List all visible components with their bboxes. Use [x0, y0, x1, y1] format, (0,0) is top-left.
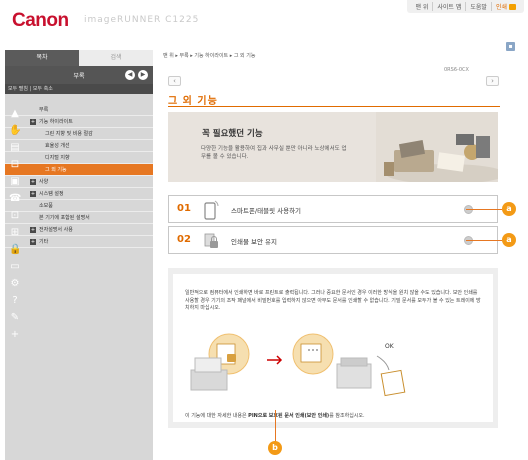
sidebar-section-title: 부록	[73, 72, 85, 80]
copy-icon[interactable]: ▣	[9, 176, 21, 188]
toc-tree: 부록 + 기능 하이라이트 그린 지향 및 비용 절감 효율성 개선 디지털 지향 그 외 …	[5, 104, 153, 248]
chevron-right-icon[interactable]: ▶	[138, 70, 148, 80]
toc-item-label: 효율성 개선	[45, 143, 70, 149]
secure-print-illustration: OK	[190, 333, 406, 397]
doc-icon[interactable]: ▤	[9, 142, 21, 154]
tab-contents[interactable]: 목차	[5, 50, 79, 66]
callout-b: b	[268, 441, 282, 455]
header: Canon imageRUNNER C1225 맨 위 사이트 맵 도움말 인쇄	[0, 0, 528, 42]
toc-item[interactable]: 그린 지향 및 비용 절감	[5, 128, 153, 140]
callout-a: a	[502, 202, 516, 216]
expand-plus-icon[interactable]: +	[30, 179, 36, 185]
plus-icon[interactable]: +	[9, 329, 21, 341]
banner-title: 꼭 필요했던 기능	[202, 129, 263, 139]
wrench-icon[interactable]: ✎	[9, 312, 21, 324]
help-icon[interactable]: ?	[9, 295, 21, 307]
product-name: imageRUNNER C1225	[84, 15, 200, 25]
document-id: 0RS6-0CX	[444, 67, 469, 73]
toc-item-label: 기타	[39, 239, 49, 245]
toc-item-label: 사양	[39, 179, 49, 185]
callout-a: a	[502, 233, 516, 247]
toc-item[interactable]: + 시스템 설정	[5, 188, 153, 200]
toc-item-label: 그린 지향 및 비용 절감	[45, 131, 93, 137]
expand-plus-icon[interactable]: +	[30, 191, 36, 197]
warning-icon[interactable]: ▲	[9, 108, 21, 120]
monitor-icon[interactable]: ▭	[9, 261, 21, 273]
smartphone-icon	[204, 200, 219, 220]
page-title: 그 외 기능	[168, 96, 218, 107]
sidebar: 목차 검색 부록 ◀ ▶ 모두 펼침 | 모두 축소 부록 + 기능 하이라이트 그린…	[5, 50, 153, 460]
top-nav: 맨 위 사이트 맵 도움말 인쇄	[407, 0, 524, 13]
toc-item[interactable]: + 전자설명서 사용	[5, 224, 153, 236]
callout-leader-line	[275, 410, 276, 442]
detail-panel: 일반적으로 컴퓨터에서 인쇄하면 바로 프린트로 출력됩니다. 그러나 중요한 …	[168, 268, 498, 428]
toc-item-label: 소모품	[39, 203, 53, 209]
print-label: 인쇄	[495, 4, 507, 11]
breadcrumb[interactable]: 맨 위 ▸ 부록 ▸ 기능 하이라이트 ▸ 그 외 기능	[163, 52, 255, 59]
item-label: 스마트폰/태블릿 사용하기	[231, 207, 302, 215]
ok-label: OK	[385, 343, 395, 350]
tab-search[interactable]: 검색	[79, 50, 153, 66]
lock-document-icon	[204, 233, 218, 248]
prev-page-button[interactable]: ‹	[168, 76, 181, 86]
toc-item[interactable]: 디지털 지향	[5, 152, 153, 164]
toc-item[interactable]: + 사양	[5, 176, 153, 188]
item-number: 02	[177, 234, 191, 245]
title-divider	[168, 106, 500, 107]
toc-item-label: 시스템 설정	[39, 191, 64, 197]
toc-item-label: 전자설명서 사용	[39, 227, 73, 233]
toc-item-label: 본 기기에 포함된 설명서	[39, 215, 90, 221]
next-page-button[interactable]: ›	[486, 76, 499, 86]
printer-icon[interactable]: ⊟	[9, 159, 21, 171]
hand-icon[interactable]: ✋	[9, 125, 21, 137]
detail-card: 일반적으로 컴퓨터에서 인쇄하면 바로 프린트로 출력됩니다. 그러나 중요한 …	[173, 274, 493, 422]
top-link-sitemap[interactable]: 사이트 맵	[432, 2, 465, 11]
toc-item-label: 기능 하이라이트	[39, 119, 73, 125]
toc-item[interactable]: 부록	[5, 104, 153, 116]
feature-item-smartphone[interactable]: 01 스마트폰/태블릿 사용하기	[168, 195, 498, 223]
top-link-home[interactable]: 맨 위	[411, 2, 432, 11]
footer-link[interactable]: PIN으로 보호된 문서 인쇄(보안 인쇄)	[248, 413, 329, 419]
top-link-print[interactable]: 인쇄	[490, 2, 520, 11]
sidebar-tabs: 목차 검색	[5, 50, 153, 66]
office-illustration	[376, 112, 498, 182]
sidebar-section-header: 부록 ◀ ▶	[5, 66, 153, 84]
toc-item-label: 그 외 기능	[45, 167, 67, 173]
scan-icon[interactable]: ⊡	[9, 210, 21, 222]
expand-plus-icon[interactable]: +	[30, 119, 36, 125]
toc-item[interactable]: 그 외 기능	[5, 164, 153, 176]
feature-item-secure-print[interactable]: 02 인쇄물 보안 유지	[168, 226, 498, 254]
canon-logo[interactable]: Canon	[12, 10, 69, 32]
gear-icon[interactable]: ⚙	[9, 278, 21, 290]
toc-item-label: 디지털 지향	[45, 155, 70, 161]
callout-leader-line	[466, 209, 502, 210]
item-label: 인쇄물 보안 유지	[231, 238, 277, 246]
footer-suffix: 를 참조하십시오.	[329, 413, 365, 419]
toc-item[interactable]: 소모품	[5, 200, 153, 212]
banner-description: 다양한 기능을 활용하여 집과 사무실 뿐만 아니라 노상에서도 업무를 볼 수…	[201, 146, 347, 160]
fax-icon[interactable]: ☎	[9, 193, 21, 205]
chevron-left-icon[interactable]: ◀	[125, 70, 135, 80]
expand-plus-icon[interactable]: +	[30, 227, 36, 233]
feature-banner: 꼭 필요했던 기능 다양한 기능을 활용하여 집과 사무실 뿐만 아니라 노상에…	[168, 112, 498, 182]
footer-prefix: 이 기능에 대한 자세한 내용은	[185, 413, 249, 419]
toc-item[interactable]: + 기능 하이라이트	[5, 116, 153, 128]
callout-leader-line	[466, 240, 502, 241]
expand-plus-icon[interactable]: +	[30, 239, 36, 245]
toc-item[interactable]: 본 기기에 포함된 설명서	[5, 212, 153, 224]
toc-item[interactable]: + 기타	[5, 236, 153, 248]
expand-collapse-all[interactable]: 모두 펼침 | 모두 축소	[5, 84, 153, 94]
item-number: 01	[177, 203, 191, 214]
toc-item-label: 부록	[39, 107, 49, 113]
sidebar-toggle-icon[interactable]: ▪	[506, 42, 515, 51]
print-icon	[509, 4, 516, 10]
lock-icon[interactable]: 🔒	[9, 244, 21, 256]
top-link-help[interactable]: 도움말	[465, 2, 491, 11]
toc-item[interactable]: 효율성 개선	[5, 140, 153, 152]
network-icon[interactable]: ⊞	[9, 227, 21, 239]
detail-text: 일반적으로 컴퓨터에서 인쇄하면 바로 프린트로 출력됩니다. 그러나 중요한 …	[185, 290, 481, 311]
